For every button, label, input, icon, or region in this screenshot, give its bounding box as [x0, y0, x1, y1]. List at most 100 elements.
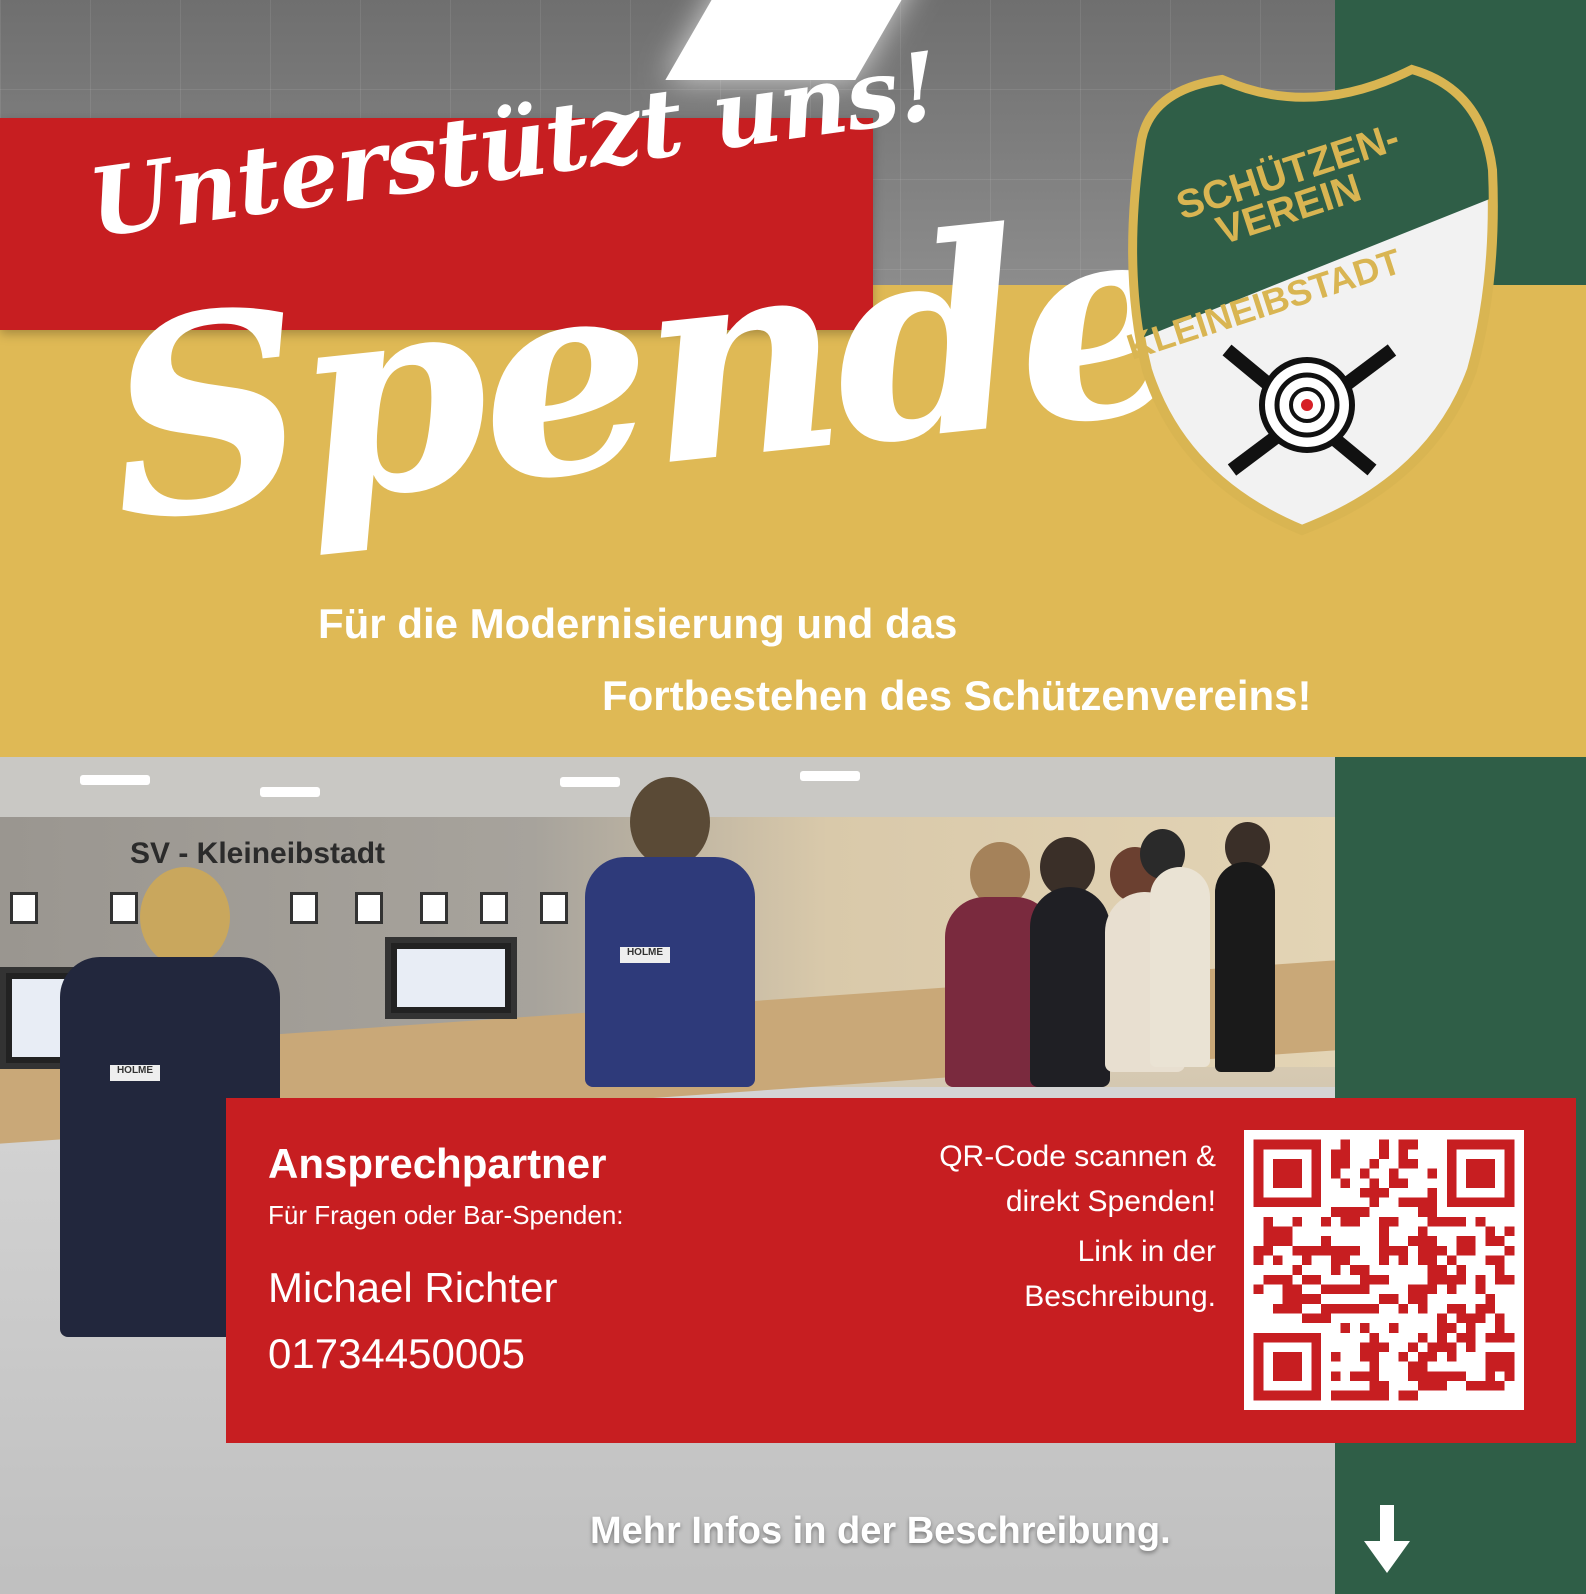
qr-module	[1263, 1216, 1273, 1227]
qr-module	[1485, 1226, 1496, 1237]
qr-module	[1475, 1274, 1486, 1285]
qr-module	[1340, 1178, 1351, 1188]
qr-module	[1495, 1323, 1505, 1333]
qr-module	[1504, 1352, 1515, 1362]
qr-module	[1456, 1332, 1467, 1343]
qr-module	[1340, 1216, 1351, 1227]
qr-module	[1427, 1216, 1438, 1227]
qr-module	[1311, 1274, 1322, 1285]
range-light	[260, 787, 320, 797]
contact-name: Michael Richter	[268, 1264, 558, 1311]
qr-module	[1398, 1352, 1409, 1362]
qr-module	[1456, 1245, 1467, 1256]
qr-module	[1408, 1342, 1418, 1353]
footer-text: Mehr Infos in der Beschreibung.	[590, 1510, 1171, 1552]
qr-module	[1340, 1303, 1351, 1314]
qr-module	[1263, 1226, 1273, 1237]
qr-module	[1446, 1342, 1457, 1353]
qr-module	[1466, 1332, 1476, 1343]
qr-text-line4: Beschreibung.	[1024, 1280, 1216, 1313]
qr-module	[1369, 1274, 1380, 1285]
qr-module	[1330, 1284, 1341, 1295]
qr-module	[1350, 1390, 1360, 1401]
target	[10, 892, 38, 924]
qr-module	[1321, 1303, 1331, 1314]
qr-module	[1485, 1352, 1496, 1362]
arrow-down-icon	[1364, 1505, 1410, 1573]
qr-module	[1446, 1323, 1457, 1333]
qr-module	[1292, 1265, 1302, 1275]
qr-module	[1504, 1226, 1515, 1237]
qr-module	[1427, 1187, 1438, 1198]
qr-module	[1427, 1245, 1438, 1256]
qr-module	[1446, 1284, 1457, 1295]
qr-module	[1379, 1342, 1389, 1353]
qr-module	[1408, 1390, 1418, 1401]
qr-module	[1504, 1245, 1515, 1256]
qr-module	[1330, 1303, 1341, 1314]
qr-module	[1417, 1207, 1428, 1217]
qr-module	[1359, 1187, 1370, 1198]
qr-module	[1272, 1226, 1283, 1237]
qr-module	[1311, 1294, 1322, 1304]
qr-module	[1427, 1265, 1438, 1275]
qr-module	[1437, 1332, 1447, 1343]
qr-module	[1359, 1352, 1370, 1362]
qr-module	[1350, 1216, 1360, 1227]
qr-module	[1437, 1274, 1447, 1285]
person-head	[140, 867, 230, 967]
qr-module	[1408, 1197, 1418, 1208]
qr-module	[1398, 1255, 1409, 1266]
qr-module	[1330, 1207, 1341, 1217]
qr-module	[1466, 1381, 1476, 1391]
qr-module	[1292, 1294, 1302, 1304]
qr-module	[1485, 1236, 1496, 1246]
qr-module	[1446, 1216, 1457, 1227]
qr-module	[1408, 1294, 1418, 1304]
qr-module	[1369, 1332, 1380, 1343]
person	[1150, 867, 1210, 1067]
qr-module	[1340, 1323, 1351, 1333]
qr-module	[1330, 1371, 1341, 1382]
qr-module	[1321, 1236, 1331, 1246]
qr-module	[1321, 1284, 1331, 1295]
qr-module	[1485, 1371, 1496, 1382]
qr-module	[1388, 1323, 1399, 1333]
qr-module	[1301, 1274, 1312, 1285]
qr-module	[1272, 1236, 1283, 1246]
qr-module	[1292, 1216, 1302, 1227]
qr-module	[1330, 1265, 1341, 1275]
qr-module	[1263, 1236, 1273, 1246]
qr-module	[1504, 1332, 1515, 1343]
qr-module	[1408, 1371, 1418, 1382]
qr-module	[1330, 1352, 1341, 1362]
qr-module	[1340, 1139, 1351, 1150]
qr-module	[1301, 1313, 1312, 1324]
qr-module	[1350, 1284, 1360, 1295]
target	[480, 892, 508, 924]
qr-module	[1282, 1226, 1293, 1237]
qr-module	[1427, 1371, 1438, 1382]
qr-module	[1398, 1158, 1409, 1169]
qr-text-line3: Link in der	[1077, 1235, 1216, 1268]
qr-module	[1456, 1303, 1467, 1314]
qr-module	[1495, 1361, 1505, 1372]
qr-module	[1398, 1178, 1409, 1188]
target	[355, 892, 383, 924]
qr-module	[1321, 1216, 1331, 1227]
qr-module	[1485, 1294, 1496, 1304]
qr-module	[1456, 1313, 1467, 1324]
qr-module	[1408, 1361, 1418, 1372]
qr-module	[1485, 1303, 1496, 1314]
qr-module	[1369, 1197, 1380, 1208]
qr-module	[1495, 1332, 1505, 1343]
qr-module	[1301, 1245, 1312, 1256]
qr-module	[1301, 1294, 1312, 1304]
qr-module	[1495, 1265, 1505, 1275]
qr-module	[1495, 1313, 1505, 1324]
qr-code[interactable]	[1244, 1130, 1524, 1410]
qr-module	[1466, 1245, 1476, 1256]
contact-phone[interactable]: 01734450005	[268, 1330, 525, 1378]
qr-module	[1427, 1168, 1438, 1179]
qr-module	[1408, 1284, 1418, 1295]
